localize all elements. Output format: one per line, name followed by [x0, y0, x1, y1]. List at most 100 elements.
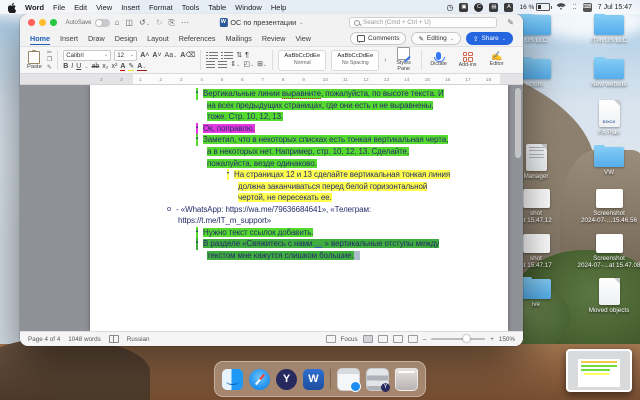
- shrink-font-icon[interactable]: A˅: [152, 52, 161, 59]
- text-line[interactable]: ▪Вертикальные линии выравните, пожалуйст…: [90, 88, 508, 100]
- borders-icon[interactable]: ⊞⌄: [257, 61, 267, 68]
- wifi-icon[interactable]: [556, 3, 566, 11]
- superscript-button[interactable]: x²: [112, 63, 118, 70]
- zoom-level[interactable]: 150%: [499, 336, 515, 343]
- bullet-list-icon[interactable]: [209, 52, 218, 59]
- control-center-icon[interactable]: ⁚⁚: [572, 3, 576, 11]
- language-indicator[interactable]: Russian: [127, 336, 150, 343]
- font-color-icon[interactable]: A⌄: [137, 63, 146, 71]
- menu-help[interactable]: Help: [271, 3, 286, 12]
- grow-font-icon[interactable]: A˄: [140, 52, 149, 59]
- desktop-icon-vw[interactable]: VW: [577, 147, 640, 176]
- menu-format[interactable]: Format: [149, 3, 173, 12]
- text-line[interactable]: текстом мне кажутся слишком большие.: [90, 250, 508, 262]
- tab-layout[interactable]: Layout: [147, 32, 169, 45]
- text-effects-icon[interactable]: A: [120, 63, 125, 71]
- dock-trash-icon[interactable]: [395, 368, 418, 391]
- more-commands-icon[interactable]: ⋯: [181, 18, 189, 27]
- clock-icon[interactable]: ◷: [446, 3, 453, 12]
- text-line[interactable]: ▪Ок, поправлю.: [90, 123, 508, 135]
- shading-icon[interactable]: ◰⌄: [243, 61, 254, 68]
- dock-window-icon[interactable]: [337, 368, 360, 391]
- text-line[interactable]: •На страницах 12 и 13 сделайте вертикаль…: [90, 169, 508, 181]
- editing-mode-button[interactable]: ✎ Editing ⌄: [411, 32, 461, 45]
- menu-edit[interactable]: Edit: [74, 3, 87, 12]
- text-line[interactable]: а в некоторых нет. Например, стр. 10, 12…: [90, 146, 508, 158]
- align-center-icon[interactable]: [218, 61, 227, 68]
- style-no-spacing[interactable]: AaBbCcDdEe No Spacing: [331, 50, 379, 71]
- line-spacing-icon[interactable]: ⇕⌄: [230, 61, 240, 68]
- input-source-icon[interactable]: A: [504, 3, 513, 12]
- copy-icon[interactable]: ❐: [47, 57, 52, 63]
- text-line[interactable]: тоже. Стр. 10, 12, 13.: [90, 111, 508, 123]
- text-line[interactable]: o- «WhatsApp: https://wa.me/79636684641»…: [90, 203, 508, 215]
- desktop-icon-screenshot[interactable]: Screenshot2024-07-…15.46.56: [577, 189, 640, 224]
- app-status-icon[interactable]: C: [474, 3, 483, 12]
- style-normal[interactable]: AaBbCcDdEe Normal: [278, 50, 326, 71]
- dock-yandex-icon[interactable]: Y: [276, 369, 297, 390]
- horizontal-ruler[interactable]: 23123456789101112131415161718: [20, 74, 523, 85]
- text-line[interactable]: чертой, не пересекать ее.: [90, 192, 508, 204]
- italic-button[interactable]: I: [71, 63, 73, 70]
- paragraph-marks-icon[interactable]: ¶: [245, 52, 249, 59]
- styles-pane-button[interactable]: Styles Pane: [392, 47, 416, 73]
- word-count[interactable]: 1048 words: [68, 336, 101, 343]
- redo-icon[interactable]: ↻: [156, 18, 163, 27]
- page-indicator[interactable]: Page 4 of 4: [28, 336, 60, 343]
- comments-button[interactable]: Comments: [350, 32, 406, 45]
- desktop-icon-moved-objects[interactable]: Moved objects: [577, 278, 640, 314]
- strikethrough-button[interactable]: ab: [92, 63, 100, 70]
- battery-indicator[interactable]: 16 %: [519, 3, 550, 11]
- editor-button[interactable]: ✍ Editor: [485, 52, 509, 68]
- tab-view[interactable]: View: [295, 32, 310, 45]
- cut-icon[interactable]: ✂: [47, 50, 52, 56]
- sort-icon[interactable]: ⇅: [236, 52, 242, 59]
- align-left-icon[interactable]: [206, 61, 215, 68]
- menu-window[interactable]: Window: [235, 3, 262, 12]
- save-icon[interactable]: ◫: [125, 18, 133, 27]
- screen-mirroring-icon[interactable]: ▣: [459, 3, 468, 12]
- share-button[interactable]: ⇪ Share ⌄: [466, 32, 513, 45]
- share-edit-icon[interactable]: ✎: [507, 18, 514, 27]
- close-window-button[interactable]: [28, 19, 35, 26]
- tab-references[interactable]: References: [179, 32, 216, 45]
- tab-review[interactable]: Review: [262, 32, 286, 45]
- tab-design[interactable]: Design: [115, 32, 137, 45]
- text-line[interactable]: ▪Нужно текст ссылок добавить.: [90, 227, 508, 239]
- screenshot-preview-thumbnail[interactable]: [566, 349, 632, 392]
- minimize-window-button[interactable]: [39, 19, 46, 26]
- underline-button[interactable]: U: [76, 63, 81, 70]
- undo-icon[interactable]: ↺⌄: [139, 18, 150, 27]
- text-line[interactable]: должна заканчиваться перед белой горизон…: [90, 180, 508, 192]
- document-page[interactable]: ▪Вертикальные линии выравните, пожалуйст…: [90, 85, 508, 331]
- menu-file[interactable]: File: [53, 3, 65, 12]
- search-field[interactable]: Search (Cmd + Ctrl + U): [349, 17, 497, 28]
- clear-formatting-icon[interactable]: A⌫: [180, 52, 195, 59]
- text-line[interactable]: на всех предыдущих страницах, где они ес…: [90, 100, 508, 112]
- vertical-scrollbar[interactable]: [515, 88, 521, 158]
- dock-stack-icon[interactable]: [366, 368, 389, 391]
- autosave-toggle[interactable]: [95, 19, 110, 27]
- zoom-slider[interactable]: [431, 338, 485, 340]
- tab-insert[interactable]: Insert: [60, 32, 78, 45]
- numbered-list-icon[interactable]: [224, 52, 233, 59]
- apple-menu-icon[interactable]: [8, 3, 16, 12]
- draft-view-icon[interactable]: [408, 335, 418, 343]
- desktop-icon-it-in-us-llc[interactable]: IT-in US LLC: [577, 15, 640, 44]
- text-line[interactable]: ▪Заметил, что в некоторых списках есть т…: [90, 134, 508, 146]
- dock-safari-icon[interactable]: [249, 369, 270, 390]
- change-case-icon[interactable]: Aa⌄: [165, 52, 178, 59]
- font-name-select[interactable]: Calibri⌄: [63, 50, 111, 61]
- desktop-icon-screenshot[interactable]: Screenshot2024-07-…at 15.47.08: [577, 234, 640, 269]
- paste-button[interactable]: Paste: [27, 51, 42, 70]
- text-line[interactable]: пожалуйста, везде одинаково.: [90, 157, 508, 169]
- focus-icon[interactable]: [326, 335, 336, 343]
- bold-button[interactable]: B: [63, 63, 68, 70]
- desktop-icon-new-website[interactable]: New website: [577, 59, 640, 88]
- keyboard-icon[interactable]: ⌨: [583, 3, 592, 12]
- zoom-window-button[interactable]: [50, 19, 57, 26]
- highlight-color-icon[interactable]: ✎: [128, 63, 134, 71]
- zoom-out-icon[interactable]: –: [423, 336, 427, 343]
- menu-app-name[interactable]: Word: [25, 3, 44, 12]
- addins-button[interactable]: Add-ins: [456, 52, 480, 69]
